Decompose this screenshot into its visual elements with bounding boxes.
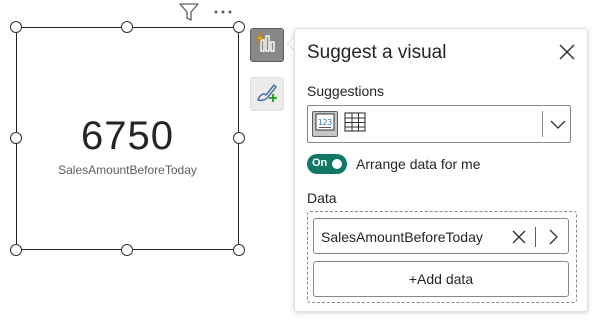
arrange-data-label: Arrange data for me (356, 156, 481, 172)
add-data-button[interactable]: +Add data (313, 261, 569, 297)
filter-icon[interactable] (178, 2, 200, 27)
resize-handle-bottom[interactable] (121, 244, 133, 256)
field-divider (535, 227, 536, 247)
data-field-pill[interactable]: SalesAmountBeforeToday (313, 218, 569, 254)
card-chart-icon: 123 (315, 113, 335, 136)
dropdown-divider (542, 111, 543, 137)
card-value: 6750 (81, 114, 174, 158)
card-visual[interactable]: 6750 SalesAmountBeforeToday (16, 27, 239, 250)
format-visual-button[interactable] (250, 77, 284, 111)
resize-handle-bottom-right[interactable] (233, 244, 245, 256)
suggestions-dropdown[interactable]: 123 (307, 105, 571, 143)
suggestion-card-option[interactable]: 123 (312, 111, 338, 137)
table-chart-icon (344, 111, 366, 137)
resize-handle-bottom-left[interactable] (10, 244, 22, 256)
resize-handle-top-left[interactable] (10, 21, 22, 33)
toggle-state-text: On (312, 157, 328, 169)
field-name: SalesAmountBeforeToday (321, 229, 483, 245)
suggest-visual-icon (255, 31, 279, 60)
resize-handle-top-right[interactable] (233, 21, 245, 33)
suggestions-label: Suggestions (307, 83, 385, 99)
resize-handle-top[interactable] (121, 21, 133, 33)
card-label: SalesAmountBeforeToday (58, 163, 197, 177)
visual-header-toolbar (178, 2, 238, 22)
remove-field-icon[interactable] (510, 228, 528, 246)
close-icon[interactable] (557, 42, 577, 62)
data-well: SalesAmountBeforeToday +Add data (307, 211, 577, 303)
chevron-down-icon[interactable] (549, 115, 567, 133)
resize-handle-left[interactable] (10, 132, 22, 144)
chevron-right-icon[interactable] (544, 228, 562, 246)
resize-handle-right[interactable] (233, 132, 245, 144)
suggest-visual-button[interactable] (250, 28, 284, 62)
suggest-visual-panel: Suggest a visual Suggestions 123 On Arra… (294, 28, 588, 312)
toggle-knob (332, 159, 342, 169)
svg-text:123: 123 (318, 118, 333, 127)
more-options-icon[interactable] (212, 2, 234, 27)
arrange-data-toggle[interactable]: On (307, 154, 347, 174)
suggestion-table-option[interactable] (342, 111, 368, 137)
data-label: Data (307, 190, 337, 206)
panel-title: Suggest a visual (307, 42, 447, 63)
format-visual-icon (255, 80, 279, 109)
